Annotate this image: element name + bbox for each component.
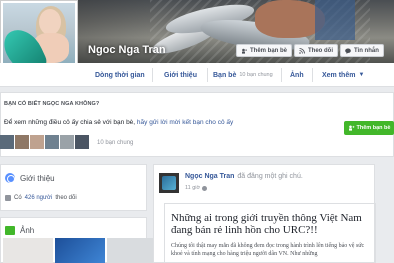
message-icon [345, 48, 351, 54]
rss-icon [5, 195, 11, 201]
mutual-friends-avatars [0, 135, 89, 149]
globe-icon [202, 185, 208, 191]
message-button[interactable]: Tin nhắn [340, 44, 384, 57]
photo-thumbnail[interactable] [107, 238, 157, 263]
timeline-post: Ngọc Nga Tran đã đăng một ghi chú. 11 giờ… [153, 164, 376, 263]
note-preview[interactable]: Những ai trong giới truyền thông Việt Na… [164, 203, 376, 263]
tab-more[interactable]: Xem thêm ▼ [322, 63, 364, 87]
avatar[interactable] [30, 135, 44, 149]
post-timestamp: 11 giờ [185, 185, 208, 191]
mutual-friends-text[interactable]: 10 bạn chung [97, 140, 133, 146]
intro-title: Giới thiệu [20, 173, 55, 183]
post-author-avatar[interactable] [159, 173, 179, 193]
tab-about[interactable]: Giới thiệu [164, 63, 197, 87]
avatar[interactable] [0, 135, 14, 149]
do-you-know-text: Để xem những điều cô ấy chia sẻ với bạn … [4, 119, 234, 126]
profile-tab-bar: Dòng thời gian Giới thiệu Bạn bè 10 bạn c… [0, 63, 394, 87]
photos-title[interactable]: Ảnh [20, 226, 34, 235]
photo-icon [5, 226, 15, 235]
note-body: Chúng tôi thật may mắn đã không đem đọc … [171, 243, 365, 257]
do-you-know-title: BẠN CÓ BIẾT NGỌC NGA KHÔNG? [4, 101, 100, 107]
add-friend-icon [242, 48, 247, 54]
tab-photos[interactable]: Ảnh [290, 63, 304, 87]
add-friend-icon [348, 125, 354, 131]
followers-link[interactable]: 426 người [25, 195, 53, 201]
followers-row: Có 426 người theo dõi [5, 195, 77, 201]
send-request-link[interactable]: hãy gửi lời mời kết bạn cho cô ấy [137, 119, 233, 126]
globe-icon [5, 173, 15, 183]
photo-thumbnail[interactable] [55, 238, 105, 263]
avatar[interactable] [15, 135, 29, 149]
avatar[interactable] [75, 135, 89, 149]
tab-timeline[interactable]: Dòng thời gian [95, 63, 145, 87]
rss-icon [299, 47, 305, 54]
avatar[interactable] [45, 135, 59, 149]
note-title[interactable]: Những ai trong giới truyền thông Việt Na… [171, 212, 369, 236]
profile-name[interactable]: Ngoc Nga Tran [88, 44, 166, 56]
facebook-profile-page: Ngoc Nga Tran Thêm bạn bè Theo dõi Tin n… [0, 0, 394, 263]
mutual-friends-count: 10 bạn chung [239, 72, 273, 78]
add-friend-button[interactable]: Thêm bạn bè [236, 44, 293, 57]
avatar[interactable] [60, 135, 74, 149]
post-action-text: đã đăng một ghi chú. [237, 173, 303, 180]
photos-card: Ảnh [0, 217, 157, 263]
add-friend-green-button[interactable]: Thêm bạn bè [344, 121, 394, 135]
follow-button[interactable]: Theo dõi [294, 44, 338, 57]
chevron-down-icon: ▼ [358, 72, 365, 78]
tab-friends[interactable]: Bạn bè 10 bạn chung [213, 63, 273, 87]
intro-card: Giới thiệu Có 426 người theo dõi [0, 164, 147, 211]
post-author-name[interactable]: Ngọc Nga Tran [185, 173, 234, 180]
photo-thumbnail[interactable] [3, 238, 53, 263]
